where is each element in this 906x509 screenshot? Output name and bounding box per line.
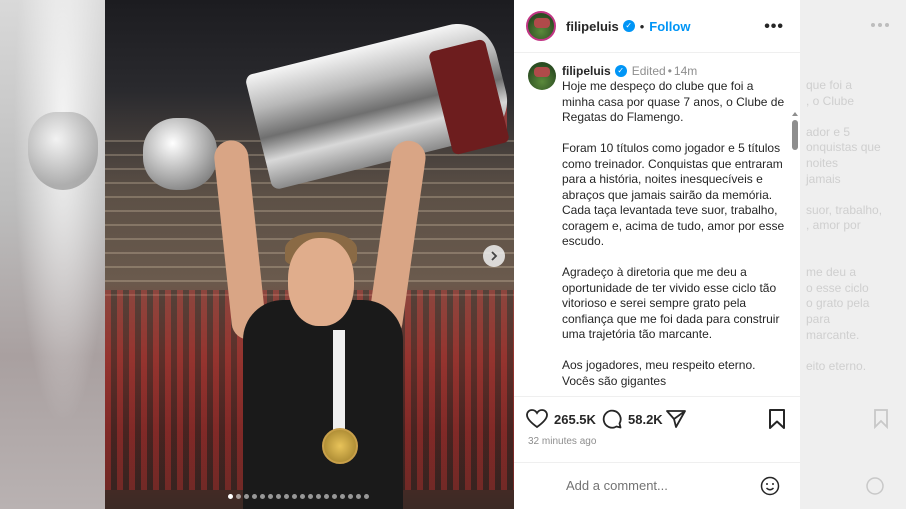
chevron-right-icon (491, 251, 498, 261)
caption-area[interactable]: filipeluis ✓ Edited • 14m Hoje me despeç… (514, 54, 800, 396)
caption-avatar[interactable] (528, 62, 556, 90)
header-separator: • (639, 18, 645, 34)
carousel-dot[interactable] (244, 494, 249, 499)
time-separator: • (667, 64, 672, 78)
carousel-dot[interactable] (268, 494, 273, 499)
caption-header: filipeluis ✓ Edited • 14m (562, 64, 697, 78)
carousel-dot[interactable] (300, 494, 305, 499)
caption-text: Hoje me despeço do clube que foi a minha… (562, 79, 785, 388)
like-count[interactable]: 265.5K (554, 412, 596, 427)
carousel-dot[interactable] (308, 494, 313, 499)
carousel-dot[interactable] (236, 494, 241, 499)
comment-count[interactable]: 58.2K (628, 412, 663, 427)
trophy-cup (143, 118, 217, 190)
carousel-dot[interactable] (260, 494, 265, 499)
scroll-thumb[interactable] (792, 120, 798, 150)
more-icon[interactable]: ••• (764, 18, 784, 36)
caption-username[interactable]: filipeluis (562, 64, 611, 78)
next-photo-button[interactable] (483, 245, 505, 267)
carousel-dot[interactable] (348, 494, 353, 499)
caption-scrollbar[interactable] (792, 112, 798, 396)
carousel-indicator (228, 494, 369, 499)
comment-bar (514, 462, 800, 509)
emoji-button[interactable] (760, 476, 780, 501)
ghost-bookmark-icon (874, 409, 888, 429)
medal (322, 428, 358, 464)
player-shirt (243, 300, 403, 509)
instagram-post-modal: que foi a , o Clube ador e 5 onquistas q… (0, 0, 906, 509)
bookmark-icon (769, 409, 785, 429)
carousel-dot[interactable] (324, 494, 329, 499)
emoji-icon (760, 476, 780, 496)
carousel-dot[interactable] (356, 494, 361, 499)
carousel-dot[interactable] (228, 494, 233, 499)
verified-icon: ✓ (622, 20, 635, 32)
medal-ribbon (333, 330, 345, 430)
player-head (288, 238, 354, 326)
carousel-dot[interactable] (252, 494, 257, 499)
post-header: filipeluis ✓ • Follow ••• (514, 0, 800, 53)
verified-icon: ✓ (614, 65, 627, 77)
like-button[interactable]: 265.5K (526, 409, 596, 429)
share-icon (666, 410, 686, 428)
post-timestamp[interactable]: 32 minutes ago (528, 436, 596, 447)
ghost-more-icon (871, 23, 889, 27)
share-button[interactable] (666, 409, 692, 429)
carousel-dot[interactable] (340, 494, 345, 499)
carousel-dot[interactable] (276, 494, 281, 499)
carousel-dot[interactable] (316, 494, 321, 499)
avatar[interactable] (526, 11, 556, 41)
save-button[interactable] (768, 409, 786, 434)
post-side-panel: filipeluis ✓ • Follow ••• filipeluis ✓ E… (514, 0, 800, 509)
background-blur-left (0, 0, 105, 509)
post-photo[interactable] (105, 0, 514, 509)
carousel-dot[interactable] (284, 494, 289, 499)
follow-button[interactable]: Follow (649, 19, 690, 34)
comment-input[interactable] (566, 478, 746, 493)
scroll-up-arrow[interactable] (792, 112, 798, 116)
carousel-dot[interactable] (332, 494, 337, 499)
heart-icon (526, 409, 548, 429)
comment-icon (602, 409, 622, 429)
carousel-dot[interactable] (292, 494, 297, 499)
carousel-dot[interactable] (364, 494, 369, 499)
time-ago[interactable]: 14m (674, 64, 697, 78)
comment-button[interactable]: 58.2K (602, 409, 663, 429)
header-username[interactable]: filipeluis (566, 19, 619, 34)
ghost-emoji-icon (866, 477, 884, 495)
background-ghost-caption: que foi a , o Clube ador e 5 onquistas q… (806, 78, 883, 373)
background-trophy-blur (28, 112, 98, 190)
edited-label[interactable]: Edited (632, 64, 666, 78)
